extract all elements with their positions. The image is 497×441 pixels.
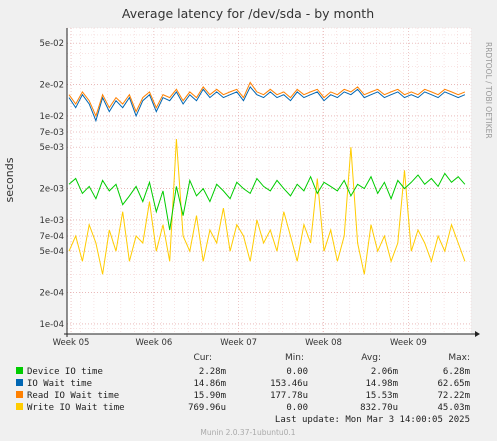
legend-avg: 2.06m bbox=[371, 367, 398, 377]
watermark: RRDTOOL / TOBI OETIKER bbox=[484, 42, 493, 139]
y-tick-label: 1e-03 bbox=[39, 216, 64, 226]
legend-avg: 15.53m bbox=[365, 391, 398, 401]
legend-avg: 14.98m bbox=[365, 379, 398, 389]
y-tick-label: 2e-02 bbox=[39, 81, 64, 91]
y-tick-label: 7e-04 bbox=[39, 232, 64, 242]
footer-version: Munin 2.0.37-1ubuntu0.1 bbox=[200, 428, 295, 437]
y-tick-labels: 5e-02 2e-02 1e-02 7e-03 5e-03 2e-03 1e-03 7e-04… bbox=[39, 39, 64, 330]
legend-swatch bbox=[16, 379, 23, 386]
y-tick-label: 1e-04 bbox=[39, 320, 64, 330]
legend-header-min: Min: bbox=[285, 353, 304, 363]
x-tick-labels: Week 05 Week 06 Week 07 Week 08 Week 09 bbox=[53, 338, 427, 348]
x-axis-arrow-icon bbox=[475, 331, 480, 337]
legend-cur: 2.28m bbox=[199, 367, 226, 377]
legend-max: 45.03m bbox=[437, 403, 470, 413]
x-tick-label: Week 07 bbox=[220, 338, 257, 348]
legend-row: Write IO Wait time 769.96u 0.00 832.70u … bbox=[16, 403, 470, 413]
last-update: Last update: Mon Mar 3 14:00:05 2025 bbox=[275, 415, 470, 425]
legend-header-avg: Avg: bbox=[361, 353, 381, 363]
legend-min: 153.46u bbox=[270, 379, 308, 389]
legend-swatch bbox=[16, 367, 23, 374]
x-tick-label: Week 08 bbox=[305, 338, 342, 348]
y-tick-label: 1e-02 bbox=[39, 112, 64, 122]
y-axis-label: seconds bbox=[3, 157, 16, 202]
chart-title: Average latency for /dev/sda - by month bbox=[122, 6, 374, 21]
x-tick-label: Week 09 bbox=[390, 338, 427, 348]
legend-max: 62.65m bbox=[437, 379, 470, 389]
y-tick-label: 5e-04 bbox=[39, 247, 64, 257]
legend-header-max: Max: bbox=[448, 353, 470, 363]
legend-row: Device IO time 2.28m 0.00 2.06m 6.28m bbox=[16, 367, 470, 377]
legend-name: Read IO Wait time bbox=[27, 391, 119, 401]
y-tick-label: 2e-04 bbox=[39, 289, 64, 299]
legend: Cur: Min: Avg: Max: Device IO time 2.28m… bbox=[16, 353, 470, 413]
legend-row: IO Wait time 14.86m 153.46u 14.98m 62.65… bbox=[16, 379, 470, 389]
legend-max: 72.22m bbox=[437, 391, 470, 401]
legend-cur: 769.96u bbox=[188, 403, 226, 413]
legend-cur: 14.86m bbox=[193, 379, 226, 389]
legend-min: 0.00 bbox=[286, 367, 308, 377]
legend-name: Device IO time bbox=[27, 367, 103, 377]
x-tick-label: Week 06 bbox=[135, 338, 172, 348]
legend-swatch bbox=[16, 391, 23, 398]
legend-header-cur: Cur: bbox=[193, 353, 212, 363]
y-tick-label: 7e-03 bbox=[39, 128, 64, 138]
legend-max: 6.28m bbox=[443, 367, 470, 377]
legend-name: IO Wait time bbox=[27, 379, 92, 389]
legend-cur: 15.90m bbox=[193, 391, 226, 401]
legend-min: 177.78u bbox=[270, 391, 308, 401]
legend-name: Write IO Wait time bbox=[27, 403, 125, 413]
legend-swatch bbox=[16, 403, 23, 410]
chart: Average latency for /dev/sda - by month … bbox=[3, 6, 493, 437]
legend-min: 0.00 bbox=[286, 403, 308, 413]
legend-row: Read IO Wait time 15.90m 177.78u 15.53m … bbox=[16, 391, 470, 401]
y-tick-label: 2e-03 bbox=[39, 185, 64, 195]
x-tick-label: Week 05 bbox=[53, 338, 90, 348]
y-tick-label: 5e-02 bbox=[39, 39, 64, 49]
y-tick-label: 5e-03 bbox=[39, 143, 64, 153]
legend-avg: 832.70u bbox=[360, 403, 398, 413]
